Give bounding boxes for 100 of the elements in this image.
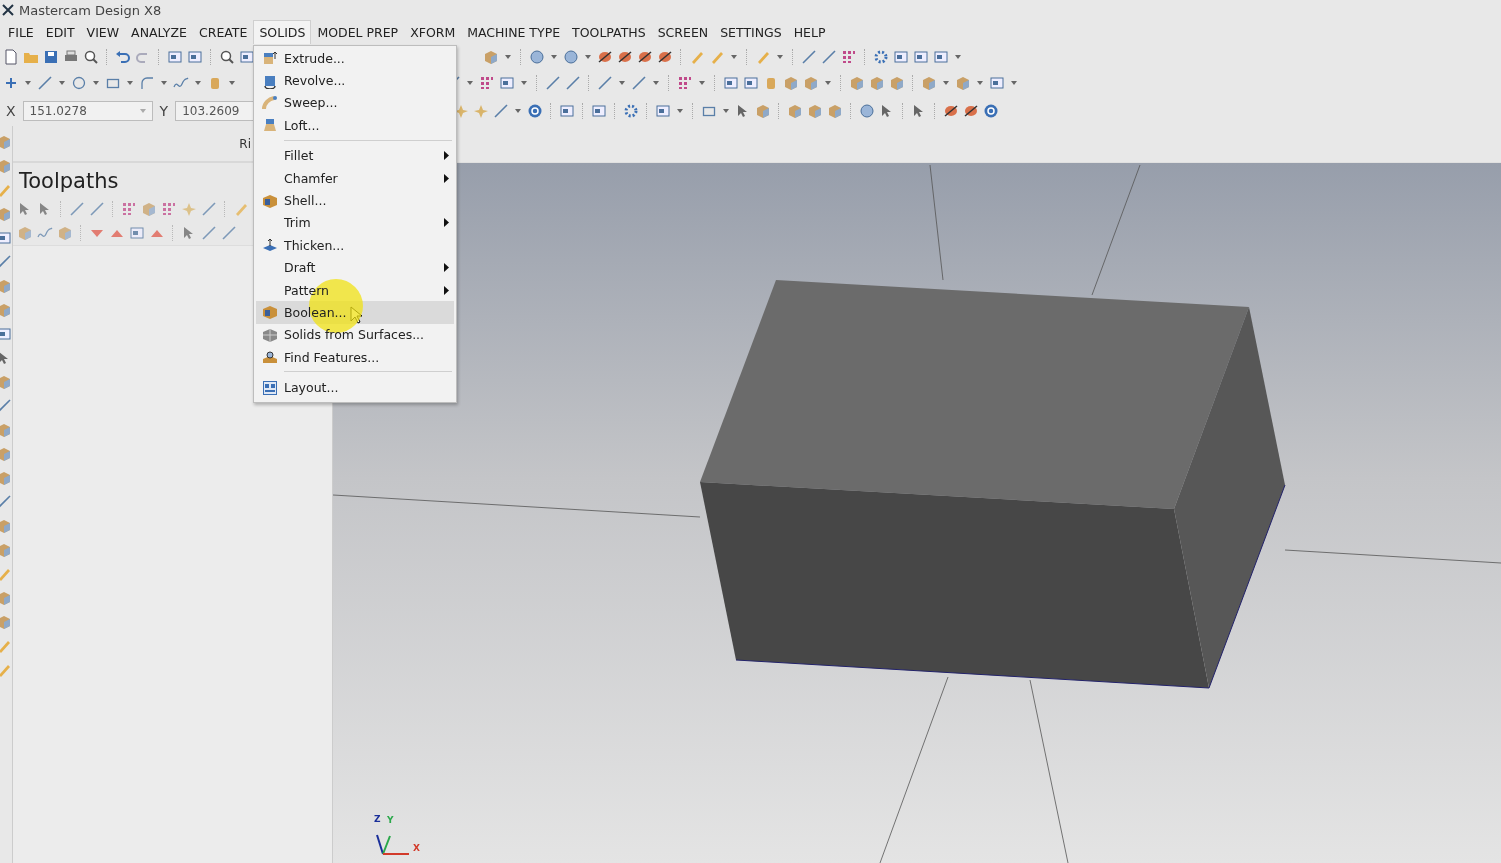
cube-icon[interactable] [955, 75, 971, 91]
cube-icon[interactable] [755, 103, 772, 119]
window-icon[interactable] [893, 49, 909, 65]
cube-icon[interactable] [0, 590, 12, 606]
line-icon[interactable] [0, 398, 12, 414]
caret-icon[interactable] [943, 81, 949, 85]
menu-item[interactable]: SOLIDS [253, 20, 312, 44]
ball-icon[interactable] [657, 49, 673, 65]
caret-icon[interactable] [139, 109, 146, 113]
line-icon[interactable] [201, 201, 217, 217]
cube-icon[interactable] [807, 103, 824, 119]
solid-box-drawing[interactable] [700, 280, 1286, 689]
undo-icon[interactable] [115, 49, 131, 65]
window-icon[interactable] [655, 103, 672, 119]
help-icon[interactable] [983, 103, 1000, 119]
menu-option[interactable]: Extrude... [256, 47, 454, 70]
caret-icon[interactable] [515, 109, 522, 113]
menu-item[interactable]: ANALYZE [125, 20, 193, 44]
gear-icon[interactable] [623, 103, 640, 119]
window-icon[interactable] [0, 326, 12, 342]
cube-icon[interactable] [483, 49, 499, 65]
cube-icon[interactable] [0, 134, 12, 150]
caret-icon[interactable] [619, 81, 625, 85]
caret-icon[interactable] [59, 81, 65, 85]
arc-icon[interactable] [139, 75, 155, 91]
line-icon[interactable] [493, 103, 510, 119]
cube-icon[interactable] [849, 75, 865, 91]
grid-icon[interactable] [161, 201, 177, 217]
line-icon[interactable] [69, 201, 85, 217]
sphere-icon[interactable] [529, 49, 545, 65]
ball-icon[interactable] [963, 103, 980, 119]
window-icon[interactable] [591, 103, 608, 119]
menu-item[interactable]: FILE [2, 20, 40, 44]
window-icon[interactable] [933, 49, 949, 65]
caret-icon[interactable] [25, 81, 31, 85]
ball-icon[interactable] [597, 49, 613, 65]
cube-icon[interactable] [869, 75, 885, 91]
window-icon[interactable] [743, 75, 759, 91]
cube-icon[interactable] [0, 422, 12, 438]
cube-icon[interactable] [0, 206, 12, 222]
cube-icon[interactable] [0, 278, 12, 294]
caret-icon[interactable] [467, 81, 473, 85]
caret-icon[interactable] [723, 109, 730, 113]
menu-item[interactable]: SETTINGS [714, 20, 788, 44]
magnifier-icon[interactable] [219, 49, 235, 65]
caret-icon[interactable] [585, 55, 591, 59]
ball-icon[interactable] [637, 49, 653, 65]
window-icon[interactable] [129, 225, 145, 241]
grid-icon[interactable] [841, 49, 857, 65]
window-icon[interactable] [0, 230, 12, 246]
window-icon[interactable] [989, 75, 1005, 91]
plus-icon[interactable] [3, 75, 19, 91]
gear-icon[interactable] [873, 49, 889, 65]
caret-icon[interactable] [1011, 81, 1017, 85]
window-icon[interactable] [559, 103, 576, 119]
ball-icon[interactable] [617, 49, 633, 65]
caret-icon[interactable] [551, 55, 557, 59]
save-icon[interactable] [43, 49, 59, 65]
menu-item[interactable]: CREATE [192, 20, 254, 44]
cube-icon[interactable] [0, 614, 12, 630]
line-icon[interactable] [221, 225, 237, 241]
menu-item[interactable]: TOOLPATHS [566, 20, 652, 44]
window-icon[interactable] [723, 75, 739, 91]
caret-icon[interactable] [677, 109, 684, 113]
caret-icon[interactable] [777, 55, 783, 59]
ball-icon[interactable] [943, 103, 960, 119]
window-icon[interactable] [167, 49, 183, 65]
menu-item[interactable]: XFORM [404, 20, 462, 44]
cube-icon[interactable] [827, 103, 844, 119]
cube-icon[interactable] [0, 542, 12, 558]
cube-icon[interactable] [0, 518, 12, 534]
cube-icon[interactable] [787, 103, 804, 119]
panel-tab[interactable]: Ri [239, 136, 251, 151]
menu-item[interactable]: SCREEN [651, 20, 715, 44]
document-icon[interactable] [3, 49, 19, 65]
line-icon[interactable] [89, 201, 105, 217]
grid-icon[interactable] [479, 75, 495, 91]
grid-icon[interactable] [677, 75, 693, 91]
caret-icon[interactable] [505, 55, 511, 59]
caret-icon[interactable] [161, 81, 167, 85]
caret-icon[interactable] [229, 81, 235, 85]
menu-item[interactable]: VIEW [80, 20, 126, 44]
caret-icon[interactable] [825, 81, 831, 85]
x-coordinate-field[interactable]: 151.0278 [22, 101, 153, 121]
sphere-icon[interactable] [563, 49, 579, 65]
menu-option[interactable]: Revolve... [256, 69, 454, 92]
caret-icon[interactable] [93, 81, 99, 85]
line-icon[interactable] [801, 49, 817, 65]
line-icon[interactable] [0, 494, 12, 510]
sphere-icon[interactable] [859, 103, 876, 119]
menu-item[interactable]: MACHINE TYPE [461, 20, 567, 44]
cube-icon[interactable] [889, 75, 905, 91]
caret-icon[interactable] [521, 81, 527, 85]
menu-option[interactable]: Sweep... [256, 91, 454, 115]
line-icon[interactable] [0, 254, 12, 270]
circle-icon[interactable] [71, 75, 87, 91]
menu-option[interactable]: Loft... [256, 114, 454, 137]
cube-icon[interactable] [0, 374, 12, 390]
caret-icon[interactable] [955, 55, 961, 59]
menu-item[interactable]: HELP [787, 20, 832, 44]
